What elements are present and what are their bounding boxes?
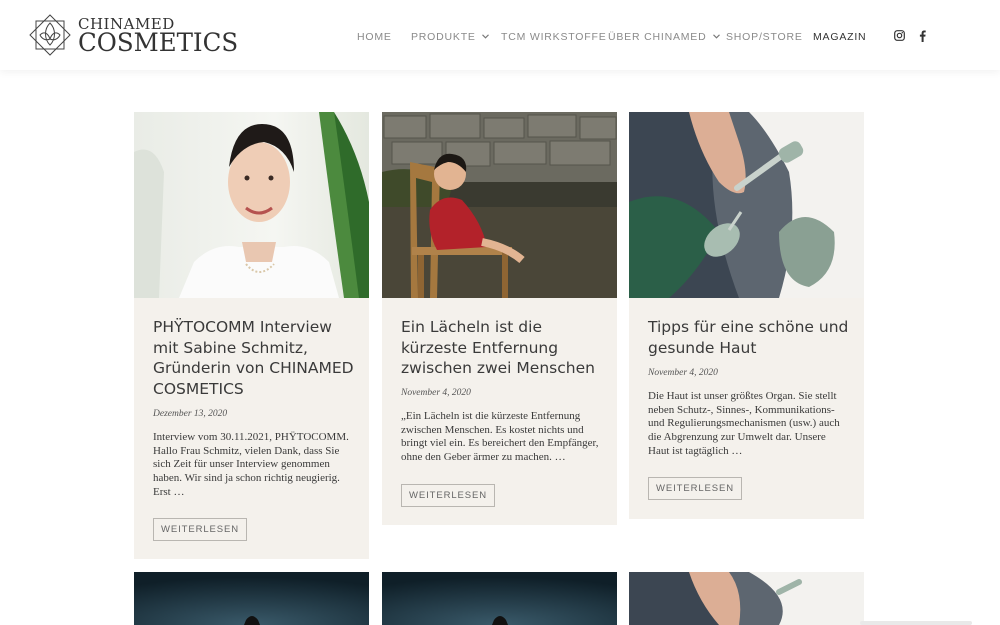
nav-item-ueber-chinamed[interactable]: ÜBER CHINAMED [608, 31, 720, 43]
card-date: Dezember 13, 2020 [153, 409, 228, 419]
card-date: November 4, 2020 [401, 388, 471, 398]
site-header: CHINAMED COSMETICS HOME PRODUKTE TCM WIR… [0, 0, 1000, 70]
lotus-logo-icon [29, 14, 71, 56]
scroll-indicator [860, 621, 972, 625]
weiterlesen-button[interactable]: WEITERLESEN [648, 477, 742, 500]
chevron-down-icon [481, 34, 489, 39]
blog-card: Ein Lächeln ist die kürzeste Entfernung … [382, 112, 617, 525]
chevron-down-icon [712, 34, 720, 39]
site-logo[interactable]: CHINAMED COSMETICS [28, 12, 238, 60]
card-image-face-roller[interactable] [629, 112, 864, 298]
card-title[interactable]: PHŸTOCOMM Interview mit Sabine Schmitz, … [153, 317, 358, 399]
nav-item-home[interactable]: HOME [357, 31, 392, 43]
nav-item-produkte-label: PRODUKTE [411, 31, 476, 43]
nav-item-tcm-wirkstoffe[interactable]: TCM WIRKSTOFFE [501, 31, 607, 43]
card-excerpt: „Ein Lächeln ist die kürzeste Entfernung… [401, 410, 599, 464]
card-excerpt: Interview vom 30.11.2021, PHŸTOCOMM. Hal… [153, 431, 349, 498]
blog-card: Tipps für eine schöne und gesunde Haut N… [629, 112, 864, 519]
card-title[interactable]: Tipps für eine schöne und gesunde Haut [648, 317, 853, 358]
instagram-icon[interactable] [894, 30, 905, 41]
blog-card: PHŸTOCOMM Interview mit Sabine Schmitz, … [134, 112, 369, 559]
logo-text-bottom: COSMETICS [78, 28, 239, 57]
weiterlesen-button[interactable]: WEITERLESEN [153, 518, 247, 541]
card-excerpt: Die Haut ist unser größtes Organ. Sie st… [648, 390, 840, 457]
card-image-child[interactable] [382, 112, 617, 298]
blog-card-image-partial[interactable] [629, 572, 864, 625]
weiterlesen-button[interactable]: WEITERLESEN [401, 484, 495, 507]
nav-item-magazin[interactable]: MAGAZIN [813, 31, 866, 43]
facebook-icon[interactable] [919, 30, 926, 42]
blog-card-image-partial[interactable] [382, 572, 617, 625]
blog-card-image-partial[interactable] [134, 572, 369, 625]
nav-item-ueber-chinamed-label: ÜBER CHINAMED [608, 31, 707, 43]
card-date: November 4, 2020 [648, 368, 718, 378]
nav-item-produkte[interactable]: PRODUKTE [411, 31, 489, 43]
card-image-portrait[interactable] [134, 112, 369, 298]
card-title[interactable]: Ein Lächeln ist die kürzeste Entfernung … [401, 317, 606, 379]
nav-item-shop-store[interactable]: SHOP/STORE [726, 31, 803, 43]
